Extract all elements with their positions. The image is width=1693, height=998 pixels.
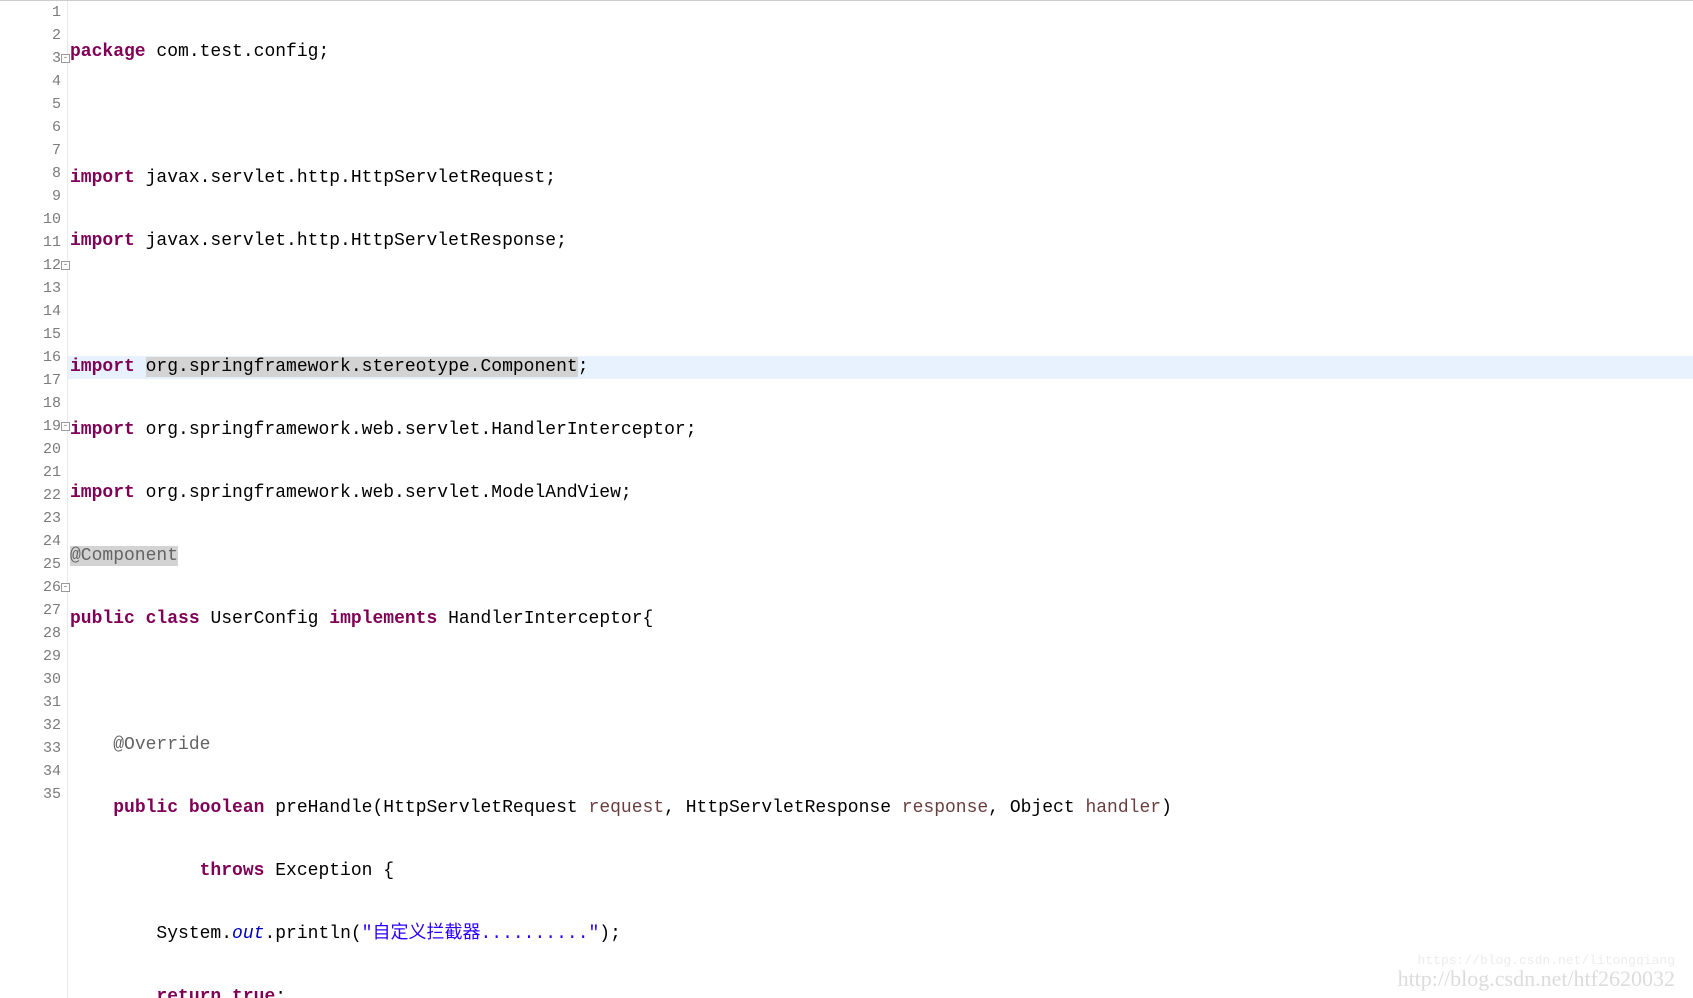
line-number[interactable]: 4 bbox=[10, 70, 61, 93]
code-line[interactable]: System.out.println("自定义拦截器.........."); bbox=[68, 923, 1693, 946]
line-number[interactable]: 21 bbox=[10, 461, 61, 484]
line-number[interactable]: 25 bbox=[10, 553, 61, 576]
line-number[interactable]: 18 bbox=[10, 392, 61, 415]
watermark-text: https://blog.csdn.net/litongqiang bbox=[1418, 953, 1675, 968]
code-line[interactable] bbox=[68, 671, 1693, 694]
line-number[interactable]: 1 bbox=[10, 1, 61, 24]
code-line[interactable]: import javax.servlet.http.HttpServletReq… bbox=[68, 167, 1693, 190]
line-number[interactable]: 19- bbox=[10, 415, 61, 438]
code-line[interactable]: package com.test.config; bbox=[68, 41, 1693, 64]
selected-text[interactable]: org.springframework.stereotype.Component bbox=[146, 357, 578, 377]
line-number[interactable]: 29 bbox=[10, 645, 61, 668]
code-editor[interactable]: 1 2 3- 4 5 6 7 8 9 10 11 12- 13 14 15 16… bbox=[0, 0, 1693, 998]
line-number[interactable]: 34 bbox=[10, 760, 61, 783]
line-number[interactable]: 6 bbox=[10, 116, 61, 139]
line-number[interactable]: 30 bbox=[10, 668, 61, 691]
line-number[interactable]: 16 bbox=[10, 346, 61, 369]
line-number[interactable]: 14 bbox=[10, 300, 61, 323]
line-number[interactable]: 33 bbox=[10, 737, 61, 760]
selected-text[interactable]: @Component bbox=[70, 546, 178, 566]
marker-column bbox=[0, 1, 10, 998]
line-number[interactable]: 8 bbox=[10, 162, 61, 185]
line-number[interactable]: 15 bbox=[10, 323, 61, 346]
line-number[interactable]: 11 bbox=[10, 231, 61, 254]
code-area[interactable]: package com.test.config; import javax.se… bbox=[68, 1, 1693, 998]
current-line-marker bbox=[0, 116, 10, 139]
line-number[interactable]: 2 bbox=[10, 24, 61, 47]
line-number[interactable]: 22 bbox=[10, 484, 61, 507]
line-number[interactable]: 9 bbox=[10, 185, 61, 208]
line-number-gutter[interactable]: 1 2 3- 4 5 6 7 8 9 10 11 12- 13 14 15 16… bbox=[10, 1, 68, 998]
code-line[interactable] bbox=[68, 104, 1693, 127]
code-line-current[interactable]: import org.springframework.stereotype.Co… bbox=[68, 356, 1693, 379]
code-line[interactable]: public boolean preHandle(HttpServletRequ… bbox=[68, 797, 1693, 820]
code-line[interactable]: import org.springframework.web.servlet.H… bbox=[68, 419, 1693, 442]
code-line[interactable]: throws Exception { bbox=[68, 860, 1693, 883]
code-line[interactable]: import javax.servlet.http.HttpServletRes… bbox=[68, 230, 1693, 253]
line-number[interactable]: 28 bbox=[10, 622, 61, 645]
line-number[interactable]: 20 bbox=[10, 438, 61, 461]
line-number[interactable]: 31 bbox=[10, 691, 61, 714]
code-line[interactable] bbox=[68, 293, 1693, 316]
line-number[interactable]: 32 bbox=[10, 714, 61, 737]
line-number[interactable]: 27 bbox=[10, 599, 61, 622]
line-number[interactable]: 5 bbox=[10, 93, 61, 116]
code-line[interactable]: import org.springframework.web.servlet.M… bbox=[68, 482, 1693, 505]
code-line[interactable]: @Component bbox=[68, 545, 1693, 568]
line-number[interactable]: 7 bbox=[10, 139, 61, 162]
code-line[interactable]: return true; bbox=[68, 986, 1693, 998]
line-number[interactable]: 3- bbox=[10, 47, 61, 70]
code-line[interactable]: @Override bbox=[68, 734, 1693, 757]
line-number[interactable]: 10 bbox=[10, 208, 61, 231]
line-number[interactable]: 17 bbox=[10, 369, 61, 392]
line-number[interactable]: 24 bbox=[10, 530, 61, 553]
code-line[interactable]: public class UserConfig implements Handl… bbox=[68, 608, 1693, 631]
line-number[interactable]: 13 bbox=[10, 277, 61, 300]
line-number[interactable]: 12- bbox=[10, 254, 61, 277]
line-number[interactable]: 26- bbox=[10, 576, 61, 599]
line-number[interactable]: 35 bbox=[10, 783, 61, 806]
line-number[interactable]: 23 bbox=[10, 507, 61, 530]
